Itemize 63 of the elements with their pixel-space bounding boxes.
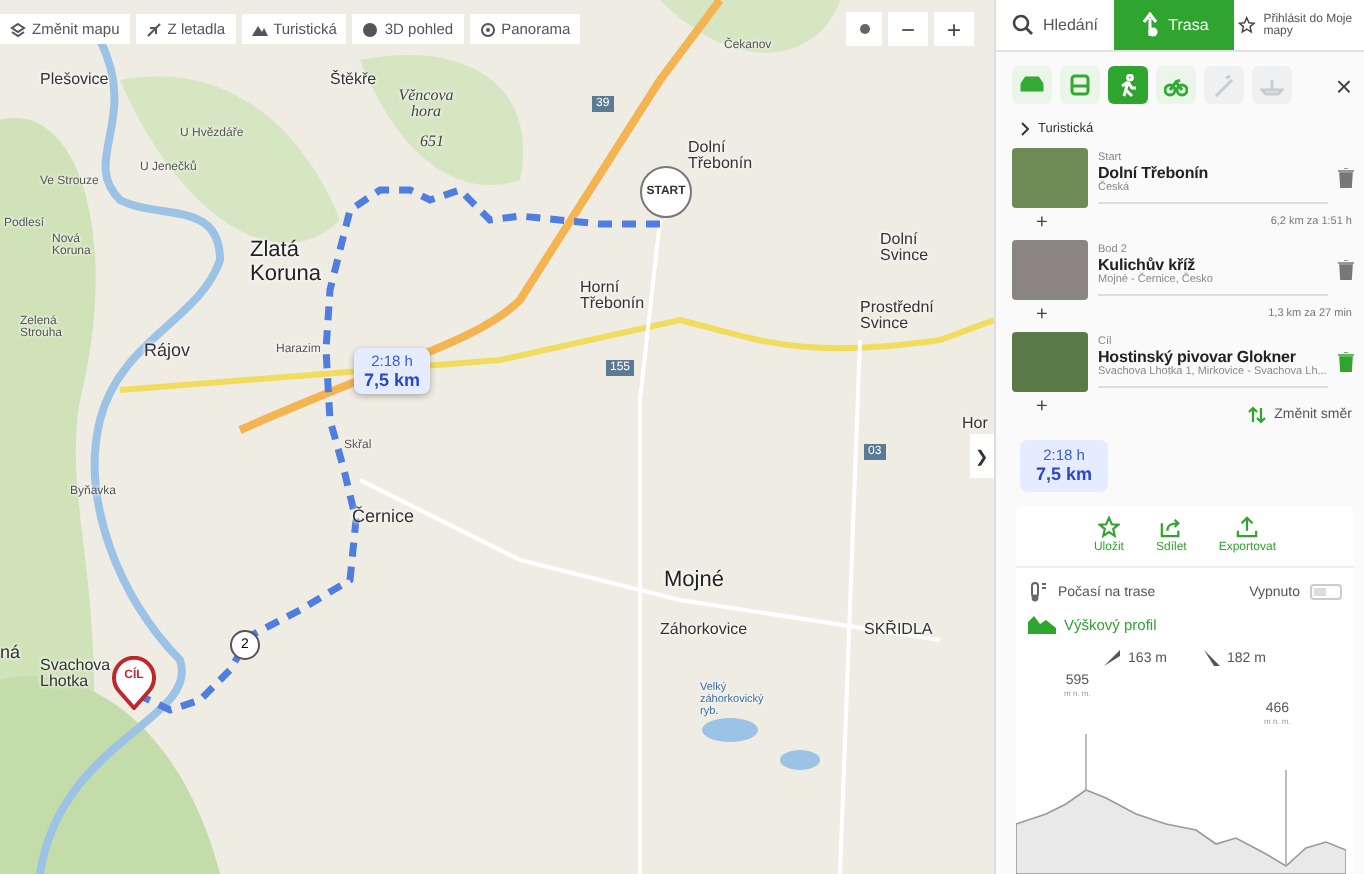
bus-icon (1068, 73, 1092, 97)
bike-mode-button[interactable] (1156, 66, 1196, 104)
mountain-icon (251, 21, 268, 37)
chevron-icon (1020, 122, 1030, 136)
bus-mode-button[interactable] (1060, 66, 1100, 104)
place-label: Štěkře (330, 72, 377, 89)
place-label: Horní Třebonín (580, 280, 647, 314)
trash-icon[interactable] (1338, 168, 1354, 188)
hill-label: 651 (420, 134, 444, 151)
place-label: Svachova Lhotka (40, 658, 108, 692)
zoom-in-button[interactable]: + (934, 12, 974, 46)
star-icon (1097, 516, 1120, 538)
waypoint-name: Dolní Třebonín (1098, 164, 1211, 183)
photo-placeholder (1012, 240, 1088, 300)
route-distance: 7,5 km (1036, 464, 1093, 484)
photo-placeholder (1012, 332, 1088, 392)
add-waypoint-button[interactable]: + (1036, 395, 1048, 417)
share-icon (1160, 516, 1183, 538)
swap-icon (1248, 405, 1267, 423)
search-icon (1012, 14, 1035, 36)
walk-mode-button[interactable] (1108, 66, 1148, 104)
place-label: Plešovice (40, 72, 109, 89)
place-label: Dolní Třebonín (688, 140, 755, 174)
panorama-icon (479, 21, 496, 37)
place-label: Zlatá Koruna (250, 240, 323, 287)
place-label: Hor (962, 416, 988, 433)
ascent-icon (1104, 650, 1121, 666)
place-label: Rájov (144, 342, 191, 361)
globe-icon (362, 21, 379, 37)
add-waypoint-button[interactable]: + (1036, 211, 1048, 233)
place-label: SKŘIDLA (864, 622, 933, 639)
trash-icon[interactable] (1338, 260, 1354, 280)
waypoint-name: Hostinský pivovar Glokner (1098, 348, 1296, 367)
waypoint-name: Kulichův kříž (1098, 256, 1195, 275)
place-label: ná (0, 644, 21, 663)
trash-icon[interactable] (1338, 352, 1354, 372)
place-label: Prostřední Svince (860, 300, 936, 334)
elevation-icon (1028, 616, 1056, 634)
car-mode-button[interactable] (1012, 66, 1052, 104)
route-icon (1140, 12, 1161, 38)
weather-toggle[interactable] (1310, 584, 1342, 600)
compass-button[interactable] (846, 12, 882, 46)
collapse-panel-button[interactable]: ❯ (970, 434, 994, 478)
place-label: Dolní Svince (880, 232, 931, 266)
layers-icon (10, 21, 26, 37)
bike-icon (1164, 73, 1188, 97)
route-distance: 7,5 km (364, 370, 421, 390)
hill-label: Věncova hora (396, 88, 456, 122)
descent-icon (1203, 650, 1219, 666)
export-icon (1236, 516, 1259, 538)
pond (780, 750, 820, 770)
place-label: Mojné (664, 570, 724, 594)
star-icon (1237, 14, 1256, 36)
plane-icon (145, 21, 162, 37)
place-label: Záhorkovice (660, 622, 748, 639)
photo-placeholder (1012, 148, 1088, 208)
close-button[interactable]: × (1335, 71, 1352, 99)
thermometer-icon (1028, 582, 1048, 602)
pond (702, 718, 758, 742)
add-waypoint-button[interactable]: + (1036, 303, 1048, 325)
zoom-out-button[interactable]: − (888, 12, 928, 46)
place-label: Černice (352, 508, 415, 527)
walk-icon (1116, 73, 1140, 97)
